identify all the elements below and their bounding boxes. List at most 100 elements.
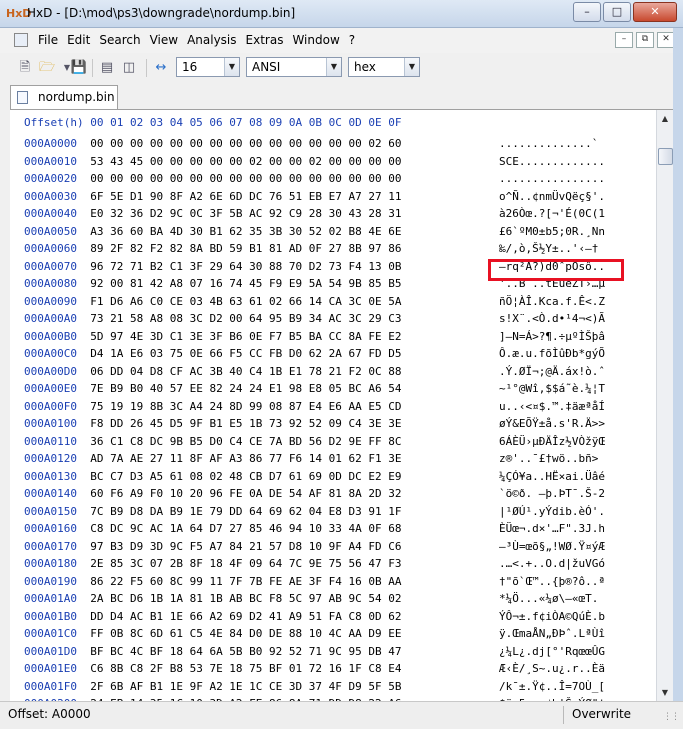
row-ascii[interactable]: Ô.æ.u.fõÌûÐb*gýÕ bbox=[499, 347, 605, 360]
table-row[interactable]: 000A01B0 DD D4 AC B1 1E 66 A2 69 D2 41 A… bbox=[24, 610, 605, 627]
new-file-icon[interactable]: 🗎 bbox=[16, 59, 34, 76]
table-row[interactable]: 000A0140 60 F6 A9 F0 10 20 96 FE 0A DE 5… bbox=[24, 487, 605, 504]
row-ascii[interactable]: ~¹°@Wî‚$$á˜è.¼¦T bbox=[499, 382, 605, 395]
row-ascii[interactable]: .…<.+..O.d|žuVGó bbox=[499, 557, 605, 570]
row-ascii[interactable]: s!X¨.<Ò.d•¹4¬<)Ã bbox=[499, 312, 605, 325]
row-hex-bytes[interactable]: 86 22 F5 60 8C 99 11 7F 7B FE AE 3F F4 1… bbox=[90, 575, 401, 588]
row-ascii[interactable]: ÈÜœ¬.d×'…F".3J.h bbox=[499, 522, 605, 535]
table-row[interactable]: 000A01D0 BF BC 4C BF 18 64 6A 5B B0 92 5… bbox=[24, 645, 605, 662]
row-hex-bytes[interactable]: 96 72 71 B2 C1 3F 29 64 30 88 70 D2 73 F… bbox=[90, 260, 401, 273]
row-ascii[interactable]: à26Òœ.?[¬'É(0C(1 bbox=[499, 207, 605, 220]
menu-extras[interactable]: Extras bbox=[246, 33, 284, 47]
table-row[interactable]: 000A0170 97 B3 D9 3D 9C F5 A7 84 21 57 D… bbox=[24, 540, 605, 557]
row-hex-bytes[interactable]: 92 00 81 42 A8 07 16 74 45 F9 E9 5A 54 9… bbox=[90, 277, 401, 290]
ram-editor-icon[interactable]: ▤ bbox=[98, 59, 116, 76]
row-ascii[interactable]: †"õ`Œ™..{þ®?ô..ª bbox=[499, 575, 605, 588]
table-row[interactable]: 000A01A0 2A BC D6 1B 1A 81 1B AB BC F8 5… bbox=[24, 592, 598, 609]
maximize-button[interactable]: □ bbox=[603, 2, 631, 22]
row-hex-bytes[interactable]: 00 00 00 00 00 00 00 00 00 00 00 00 00 0… bbox=[90, 172, 401, 185]
row-hex-bytes[interactable]: 2A BC D6 1B 1A 81 1B AB BC F8 5C 97 AB 9… bbox=[90, 592, 401, 605]
row-ascii[interactable]: SCE............. bbox=[499, 155, 605, 168]
row-ascii[interactable]: øÝ&EÕŸ±å.s'R.Ä>> bbox=[499, 417, 605, 430]
table-row[interactable]: 000A0090 F1 D6 A6 C0 CE 03 4B 63 61 02 6… bbox=[24, 295, 605, 312]
table-row[interactable]: 000A0070 96 72 71 B2 C1 3F 29 64 30 88 7… bbox=[24, 260, 605, 277]
row-hex-bytes[interactable]: F1 D6 A6 C0 CE 03 4B 63 61 02 66 14 CA 3… bbox=[90, 295, 401, 308]
table-row[interactable]: 000A0190 86 22 F5 60 8C 99 11 7F 7B FE A… bbox=[24, 575, 605, 592]
row-hex-bytes[interactable]: C6 8B C8 2F B8 53 7E 18 75 BF 01 72 16 1… bbox=[90, 662, 401, 675]
offset-base-select[interactable]: hex ▼ bbox=[348, 57, 420, 77]
chevron-down-icon[interactable]: ▼ bbox=[224, 58, 239, 76]
row-hex-bytes[interactable]: 6F 5E D1 90 8F A2 6E 6D DC 76 51 EB E7 A… bbox=[90, 190, 401, 203]
row-hex-bytes[interactable]: 36 C1 C8 DC 9B B5 D0 C4 CE 7A BD 56 D2 9… bbox=[90, 435, 401, 448]
table-row[interactable]: 000A00C0 D4 1A E6 03 75 0E 66 F5 CC FB D… bbox=[24, 347, 605, 364]
row-ascii[interactable]: ÝÔ¬±.f¢iÒA©QúÈ.b bbox=[499, 610, 605, 623]
table-row[interactable]: 000A0160 C8 DC 9C AC 1A 64 D7 27 85 46 9… bbox=[24, 522, 605, 539]
row-hex-bytes[interactable]: BF BC 4C BF 18 64 6A 5B B0 92 52 71 9C 9… bbox=[90, 645, 401, 658]
row-hex-bytes[interactable]: DD D4 AC B1 1E 66 A2 69 D2 41 A9 51 FA C… bbox=[90, 610, 401, 623]
table-row[interactable]: 000A0060 89 2F 82 F2 82 8A BD 59 B1 81 A… bbox=[24, 242, 598, 259]
status-mode[interactable]: Overwrite bbox=[572, 707, 631, 721]
row-hex-bytes[interactable]: 53 43 45 00 00 00 00 00 02 00 00 02 00 0… bbox=[90, 155, 401, 168]
hex-editor[interactable]: Offset(h) 00 01 02 03 04 05 06 07 08 09 … bbox=[10, 110, 656, 701]
row-hex-bytes[interactable]: E0 32 36 D2 9C 0C 3F 5B AC 92 C9 28 30 4… bbox=[90, 207, 401, 220]
disk-editor-icon[interactable]: ◫ bbox=[120, 59, 138, 76]
mdi-minimize-button[interactable]: – bbox=[615, 32, 633, 48]
open-folder-icon[interactable]: 🗁 bbox=[38, 59, 56, 76]
row-ascii[interactable]: ¿¼L¿.dj[°'RqœœÛG bbox=[499, 645, 605, 658]
row-ascii[interactable]: ..............` bbox=[499, 137, 598, 150]
table-row[interactable]: 000A00A0 73 21 58 A8 08 3C D2 00 64 95 B… bbox=[24, 312, 605, 329]
menu-edit[interactable]: Edit bbox=[67, 33, 90, 47]
charset-select[interactable]: ANSI ▼ bbox=[246, 57, 342, 77]
row-hex-bytes[interactable]: AD 7A AE 27 11 8F AF A3 86 77 F6 14 01 6… bbox=[90, 452, 401, 465]
tab-nordump[interactable]: nordump.bin bbox=[10, 85, 118, 109]
menu-view[interactable]: View bbox=[150, 33, 178, 47]
table-row[interactable]: 000A0080 92 00 81 42 A8 07 16 74 45 F9 E… bbox=[24, 277, 605, 294]
bytes-per-row-select[interactable]: 16 ▼ bbox=[176, 57, 240, 77]
table-row[interactable]: 000A00B0 5D 97 4E 3D C1 3E 3F B6 0E F7 B… bbox=[24, 330, 605, 347]
row-hex-bytes[interactable]: 97 B3 D9 3D 9C F5 A7 84 21 57 D8 10 9F A… bbox=[90, 540, 401, 553]
row-hex-bytes[interactable]: 2E 85 3C 07 2B 8F 18 4F 09 64 7C 9E 75 5… bbox=[90, 557, 401, 570]
menu-window[interactable]: Window bbox=[292, 33, 339, 47]
minimize-button[interactable]: – bbox=[573, 2, 601, 22]
row-ascii[interactable]: ¼ÇÓ¥a..HË×ai.Üâé bbox=[499, 470, 605, 483]
vertical-scrollbar[interactable]: ▲ ▼ bbox=[656, 110, 673, 701]
table-row[interactable]: 000A0030 6F 5E D1 90 8F A2 6E 6D DC 76 5… bbox=[24, 190, 605, 207]
chevron-down-icon[interactable]: ▼ bbox=[326, 58, 341, 76]
row-ascii[interactable]: ÿ.ŒmaÅN„ÐÞˆ.LªÙî bbox=[499, 627, 605, 640]
row-ascii[interactable]: .Ý.ØÏ¬;@Ä.áx!ò.ˆ bbox=[499, 365, 605, 378]
table-row[interactable]: 000A0000 00 00 00 00 00 00 00 00 00 00 0… bbox=[24, 137, 598, 154]
document-icon[interactable] bbox=[14, 33, 28, 47]
table-row[interactable]: 000A0100 F8 DD 26 45 D5 9F B1 E5 1B 73 9… bbox=[24, 417, 605, 434]
row-hex-bytes[interactable]: 89 2F 82 F2 82 8A BD 59 B1 81 AD 0F 27 8… bbox=[90, 242, 401, 255]
row-hex-bytes[interactable]: 60 F6 A9 F0 10 20 96 FE 0A DE 54 AF 81 8… bbox=[90, 487, 401, 500]
row-hex-bytes[interactable]: 2F 6B AF B1 1E 9F A2 1E 1C CE 3D 37 4F D… bbox=[90, 680, 401, 693]
row-hex-bytes[interactable]: D4 1A E6 03 75 0E 66 F5 CC FB D0 62 2A 6… bbox=[90, 347, 401, 360]
mdi-restore-button[interactable]: ⧉ bbox=[636, 32, 654, 48]
table-row[interactable]: 000A0150 7C B9 D8 DA B9 1E 79 DD 64 69 6… bbox=[24, 505, 605, 522]
table-row[interactable]: 000A0130 BC C7 D3 A5 61 08 02 48 CB D7 6… bbox=[24, 470, 605, 487]
row-ascii[interactable]: 6ÁÈÜ›µÐÄÎz½VÒžÿŒ bbox=[499, 435, 605, 448]
row-hex-bytes[interactable]: 5D 97 4E 3D C1 3E 3F B6 0E F7 B5 BA CC 8… bbox=[90, 330, 401, 343]
menu-analysis[interactable]: Analysis bbox=[187, 33, 236, 47]
table-row[interactable]: 000A01F0 2F 6B AF B1 1E 9F A2 1E 1C CE 3… bbox=[24, 680, 605, 697]
scroll-down-icon[interactable]: ▼ bbox=[657, 684, 673, 701]
row-ascii[interactable]: |¹ØÚ¹.yÝdib.èÓ'. bbox=[499, 505, 605, 518]
row-ascii[interactable]: /k¯±.Ÿ¢..Î=7OÙ_[ bbox=[499, 680, 605, 693]
row-ascii[interactable]: ................ bbox=[499, 172, 605, 185]
table-row[interactable]: 000A0010 53 43 45 00 00 00 00 00 02 00 0… bbox=[24, 155, 605, 172]
row-ascii[interactable]: u..‹<¤$.™.‡äæªåÍ bbox=[499, 400, 605, 413]
table-row[interactable]: 000A01E0 C6 8B C8 2F B8 53 7E 18 75 BF 0… bbox=[24, 662, 605, 679]
row-ascii[interactable]: o^Ñ..¢nmÜvQëç§'. bbox=[499, 190, 605, 203]
row-hex-bytes[interactable]: F8 DD 26 45 D5 9F B1 E5 1B 73 92 52 09 C… bbox=[90, 417, 401, 430]
resize-grip-icon[interactable]: ⋮⋮ bbox=[663, 712, 680, 722]
title-bar[interactable]: HxD HxD - [D:\mod\ps3\downgrade\nordump.… bbox=[0, 0, 683, 28]
table-row[interactable]: 000A0020 00 00 00 00 00 00 00 00 00 00 0… bbox=[24, 172, 605, 189]
scroll-up-icon[interactable]: ▲ bbox=[657, 110, 673, 127]
table-row[interactable]: 000A00D0 06 DD 04 D8 CF AC 3B 40 C4 1B E… bbox=[24, 365, 605, 382]
row-hex-bytes[interactable]: 73 21 58 A8 08 3C D2 00 64 95 B9 34 AC 3… bbox=[90, 312, 401, 325]
row-hex-bytes[interactable]: FF 0B 8C 6D 61 C5 4E 84 D0 DE 88 10 4C A… bbox=[90, 627, 401, 640]
table-row[interactable]: 000A01C0 FF 0B 8C 6D 61 C5 4E 84 D0 DE 8… bbox=[24, 627, 605, 644]
row-hex-bytes[interactable]: 7E B9 B0 40 57 EE 82 24 24 E1 98 E8 05 B… bbox=[90, 382, 401, 395]
row-ascii[interactable]: ñÖ¦ÀÎ.Kca.f.Ê<.Z bbox=[499, 295, 605, 308]
row-ascii[interactable]: —³Ù=œõ§„!WØ.Ÿ¤ýÆ bbox=[499, 540, 605, 553]
